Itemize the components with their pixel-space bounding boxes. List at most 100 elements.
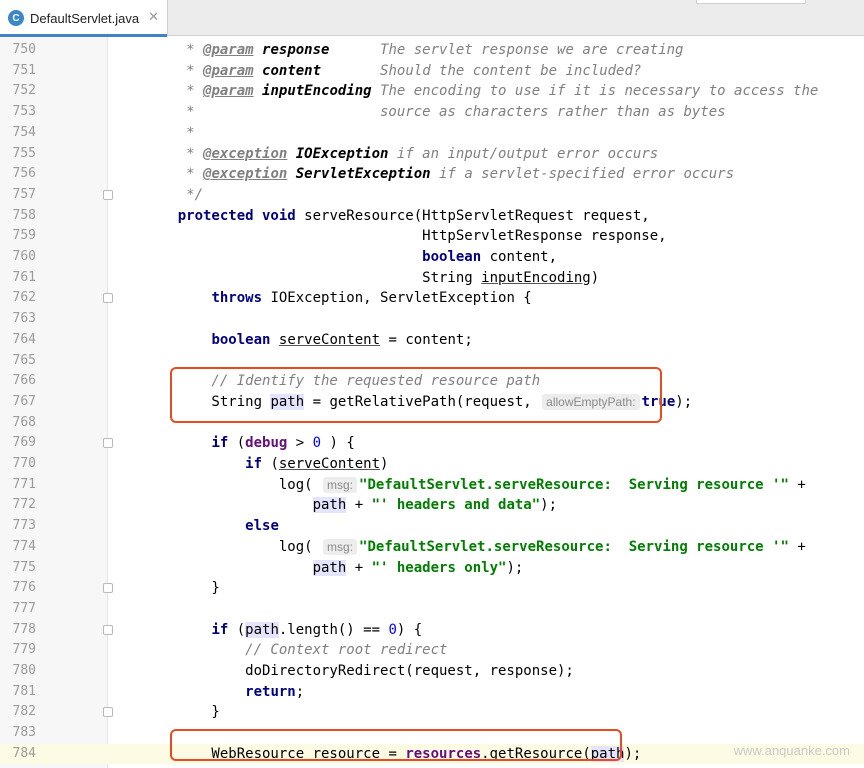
code-token: @param bbox=[203, 42, 254, 58]
tab-label: DefaultServlet.java bbox=[30, 10, 140, 26]
line-number: 777 bbox=[12, 600, 36, 616]
highlight-box-getrelativepath bbox=[170, 367, 662, 423]
fold-marker-icon[interactable] bbox=[103, 583, 113, 594]
code-line[interactable]: 764 boolean serveContent = content; bbox=[0, 330, 864, 351]
code-text: doDirectoryRedirect(request, response); bbox=[144, 661, 574, 682]
line-number: 764 bbox=[12, 331, 36, 347]
code-token: ); bbox=[540, 497, 558, 514]
code-line[interactable]: 760 boolean content, bbox=[0, 247, 864, 268]
code-text: * @param inputEncoding The encoding to u… bbox=[144, 81, 818, 102]
code-line[interactable]: 771 log( msg: "DefaultServlet.serveResour… bbox=[0, 475, 864, 496]
code-line[interactable]: 755 * @exception IOException if an input… bbox=[0, 144, 864, 165]
tab-defaultservlet-java[interactable]: C DefaultServlet.java ✕ bbox=[0, 0, 168, 37]
code-line[interactable]: 758 protected void serveResource(HttpSer… bbox=[0, 206, 864, 227]
code-line[interactable]: 780 doDirectoryRedirect(request, respons… bbox=[0, 661, 864, 682]
code-line[interactable]: 772 path + "' headers and data"); bbox=[0, 495, 864, 516]
line-number: 751 bbox=[12, 62, 36, 78]
code-token: } bbox=[144, 704, 220, 721]
code-line[interactable]: 776 } bbox=[0, 578, 864, 599]
code-token: throws bbox=[211, 290, 263, 307]
code-text: * @param content Should the content be i… bbox=[144, 61, 641, 82]
code-line[interactable]: 781 return; bbox=[0, 682, 864, 703]
code-text: log( msg: "DefaultServlet.serveResource: … bbox=[144, 475, 806, 496]
code-token: ( bbox=[228, 621, 246, 638]
editor-tab-bar: C DefaultServlet.java ✕ bbox=[0, 0, 864, 37]
line-number: 759 bbox=[12, 228, 36, 244]
code-line[interactable]: 752 * @param inputEncoding The encoding … bbox=[0, 81, 864, 102]
code-text: if (debug > 0 ) { bbox=[144, 433, 354, 454]
code-token: inputEncoding bbox=[481, 269, 591, 286]
code-line[interactable]: 782 } bbox=[0, 702, 864, 723]
code-token: serveResource(HttpServletRequest request… bbox=[295, 207, 650, 224]
code-text: protected void serveResource(HttpServlet… bbox=[144, 206, 650, 227]
code-line[interactable]: 773 else bbox=[0, 516, 864, 537]
code-token: path bbox=[312, 559, 347, 576]
line-number: 766 bbox=[12, 373, 36, 389]
code-line[interactable]: 754 * bbox=[0, 123, 864, 144]
code-token: serveContent bbox=[278, 331, 381, 348]
code-text: else bbox=[144, 516, 279, 537]
code-token: String bbox=[144, 269, 482, 286]
code-editor[interactable]: 750 * @param response The servlet respon… bbox=[0, 37, 864, 768]
code-token: * source as characters rather than as by… bbox=[144, 104, 726, 121]
code-line[interactable]: 777 bbox=[0, 599, 864, 620]
code-token: 0 bbox=[388, 621, 397, 638]
code-text: if (serveContent) bbox=[144, 454, 388, 475]
code-token: else bbox=[245, 518, 279, 535]
line-number: 755 bbox=[12, 145, 36, 161]
code-text: String inputEncoding) bbox=[144, 268, 599, 289]
line-number: 762 bbox=[12, 290, 36, 306]
code-line[interactable]: 759 HttpServletResponse response, bbox=[0, 226, 864, 247]
code-token: ) bbox=[590, 269, 600, 286]
code-text: * @exception IOException if an input/out… bbox=[144, 144, 658, 165]
line-number: 761 bbox=[12, 269, 36, 285]
line-number: 772 bbox=[12, 497, 36, 513]
code-line[interactable]: 762 throws IOException, ServletException… bbox=[0, 288, 864, 309]
line-number: 771 bbox=[12, 476, 36, 492]
code-text: } bbox=[144, 702, 220, 723]
code-line[interactable]: 774 log( msg: "DefaultServlet.serveResour… bbox=[0, 537, 864, 558]
fold-marker-icon[interactable] bbox=[103, 624, 113, 635]
toolbar-button[interactable] bbox=[696, 0, 806, 4]
code-line[interactable]: 770 if (serveContent) bbox=[0, 454, 864, 475]
code-token: path bbox=[245, 621, 279, 638]
code-line[interactable]: 761 String inputEncoding) bbox=[0, 268, 864, 289]
code-line[interactable]: 779 // Context root redirect bbox=[0, 640, 864, 661]
code-line[interactable]: 753 * source as characters rather than a… bbox=[0, 102, 864, 123]
code-token: serveContent bbox=[278, 456, 381, 472]
line-number: 768 bbox=[12, 414, 36, 430]
code-line[interactable]: 775 path + "' headers only"); bbox=[0, 558, 864, 579]
fold-marker-icon[interactable] bbox=[103, 438, 113, 449]
fold-marker-icon[interactable] bbox=[103, 189, 113, 200]
line-number: 776 bbox=[12, 580, 36, 596]
code-line[interactable]: 757 */ bbox=[0, 185, 864, 206]
code-line[interactable]: 751 * @param content Should the content … bbox=[0, 61, 864, 82]
code-text: * @param response The servlet response w… bbox=[144, 40, 683, 61]
code-token: @param bbox=[203, 62, 254, 79]
close-icon[interactable]: ✕ bbox=[148, 10, 159, 25]
code-token: response bbox=[262, 42, 330, 58]
fold-marker-icon[interactable] bbox=[103, 707, 113, 718]
code-token: if bbox=[211, 621, 229, 638]
code-token: protected void bbox=[177, 207, 296, 224]
code-line[interactable]: 756 * @exception ServletException if a s… bbox=[0, 164, 864, 185]
code-line[interactable]: 778 if (path.length() == 0) { bbox=[0, 620, 864, 641]
code-text: HttpServletResponse response, bbox=[144, 226, 666, 247]
line-number: 773 bbox=[12, 518, 36, 534]
fold-marker-icon[interactable] bbox=[103, 293, 113, 304]
code-token: @param bbox=[203, 83, 254, 100]
code-line[interactable]: 750 * @param response The servlet respon… bbox=[0, 40, 864, 61]
parameter-hint: msg: bbox=[323, 476, 358, 493]
code-token: inputEncoding bbox=[262, 83, 372, 100]
code-line[interactable]: 769 if (debug > 0 ) { bbox=[0, 433, 864, 454]
code-token: + bbox=[788, 538, 806, 555]
code-token: .length() == bbox=[278, 621, 389, 638]
line-number: 784 bbox=[12, 745, 36, 761]
code-line[interactable]: 763 bbox=[0, 309, 864, 330]
